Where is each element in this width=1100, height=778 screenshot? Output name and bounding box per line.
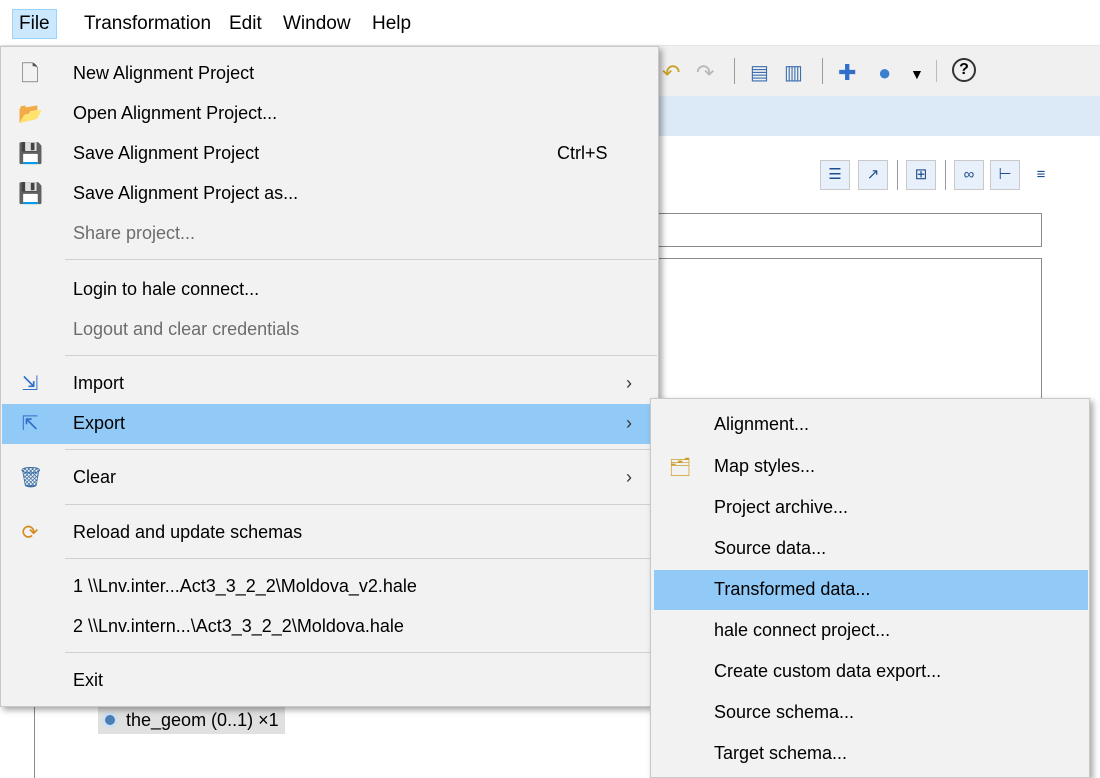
menu-item-login-hale-connect[interactable]: Login to hale connect... bbox=[2, 270, 658, 310]
menu-separator bbox=[65, 504, 657, 505]
source-schema-icon[interactable]: ▤ bbox=[750, 60, 769, 85]
target-schema-icon[interactable]: ▥ bbox=[784, 60, 803, 85]
menu-edit[interactable]: Edit bbox=[223, 9, 268, 39]
menu-window[interactable]: Window bbox=[277, 9, 357, 39]
tree-border bbox=[34, 700, 35, 778]
menu-item-save-alignment-project-as[interactable]: 💾 Save Alignment Project as... bbox=[2, 174, 658, 214]
menu-item-open-alignment-project[interactable]: 📂 Open Alignment Project... bbox=[2, 94, 658, 134]
menu-item-new-alignment-project[interactable]: 🗋 New Alignment Project bbox=[2, 54, 658, 94]
expand-icon[interactable]: ↗ bbox=[858, 160, 888, 190]
submenu-arrow-icon: › bbox=[626, 467, 632, 487]
tree-node-the-geom[interactable]: the_geom (0..1) ×1 bbox=[98, 706, 285, 734]
submenu-arrow-icon: › bbox=[626, 413, 632, 433]
submenu-item-map-styles[interactable]: 🗂 Map styles... bbox=[654, 447, 1088, 487]
submenu-item-hale-connect-project[interactable]: hale connect project... bbox=[654, 611, 1088, 651]
globe-icon[interactable]: ● bbox=[878, 60, 891, 86]
menu-item-shortcut: Ctrl+S bbox=[557, 143, 608, 163]
submenu-item-alignment[interactable]: Alignment... bbox=[654, 405, 1088, 445]
redo-icon[interactable]: ↷ bbox=[696, 60, 714, 86]
details-icon[interactable]: ≡ bbox=[1026, 160, 1056, 190]
undo-icon[interactable]: ↶ bbox=[662, 60, 680, 86]
menu-item-label: Logout and clear credentials bbox=[73, 319, 300, 339]
filter-input[interactable] bbox=[640, 213, 1042, 247]
help-icon[interactable]: ? bbox=[952, 58, 976, 82]
menu-item-logout[interactable]: Logout and clear credentials bbox=[2, 310, 658, 350]
menu-item-label: Open Alignment Project... bbox=[73, 103, 278, 123]
import-icon: ⇲ bbox=[21, 373, 39, 395]
submenu-item-label: Source schema... bbox=[714, 702, 855, 722]
menu-separator bbox=[65, 259, 657, 260]
save-icon: 💾 bbox=[18, 143, 43, 165]
submenu-item-label: Project archive... bbox=[714, 497, 849, 517]
submenu-item-label: Transformed data... bbox=[714, 579, 871, 599]
panel-separator bbox=[945, 160, 946, 190]
tree-node-label: the_geom (0..1) ×1 bbox=[126, 710, 279, 730]
relations-icon[interactable]: ∞ bbox=[954, 160, 984, 190]
submenu-arrow-icon: › bbox=[626, 373, 632, 393]
menu-item-recent-1[interactable]: 1 \\Lnv.inter...Act3_3_2_2\Moldova_v2.ha… bbox=[2, 567, 658, 607]
panel-separator bbox=[897, 160, 898, 190]
menu-separator bbox=[65, 449, 657, 450]
menu-item-label: 2 \\Lnv.intern...\Act3_3_2_2\Moldova.hal… bbox=[73, 616, 404, 636]
menu-separator bbox=[65, 558, 657, 559]
menu-item-label: Login to hale connect... bbox=[73, 279, 260, 299]
menu-item-exit[interactable]: Exit bbox=[2, 661, 658, 701]
new-project-icon: 🗋 bbox=[21, 61, 39, 86]
export-icon: ⇱ bbox=[21, 413, 39, 435]
menu-item-label: Share project... bbox=[73, 223, 196, 243]
toolbar-separator bbox=[936, 60, 937, 82]
schema-tree bbox=[640, 258, 1042, 408]
dropdown-arrow-icon[interactable]: ▼ bbox=[910, 66, 924, 82]
menu-help[interactable]: Help bbox=[366, 9, 417, 39]
submenu-item-label: Create custom data export... bbox=[714, 661, 942, 681]
menu-separator bbox=[65, 652, 657, 653]
menu-item-recent-2[interactable]: 2 \\Lnv.intern...\Act3_3_2_2\Moldova.hal… bbox=[2, 607, 658, 647]
connect-icon[interactable]: ✚ bbox=[838, 60, 856, 86]
submenu-item-target-schema[interactable]: Target schema... bbox=[654, 734, 1088, 774]
submenu-item-label: Map styles... bbox=[714, 456, 816, 476]
submenu-item-project-archive[interactable]: Project archive... bbox=[654, 488, 1088, 528]
reload-icon: ⟳ bbox=[21, 522, 39, 544]
list-view-icon[interactable]: ☰ bbox=[820, 160, 850, 190]
menu-bar: File Transformation Edit Window Help bbox=[0, 0, 1100, 46]
menu-item-label: Exit bbox=[73, 670, 104, 690]
menu-item-share-project[interactable]: Share project... bbox=[2, 214, 658, 254]
toolbar-separator bbox=[734, 58, 735, 84]
toolbar-separator bbox=[822, 58, 823, 84]
menu-item-label: Clear bbox=[73, 467, 117, 487]
menu-item-clear[interactable]: 🗑 Clear › bbox=[2, 458, 658, 498]
trash-icon: 🗑 bbox=[18, 467, 44, 489]
menu-item-label: Save Alignment Project as... bbox=[73, 183, 299, 203]
menu-separator bbox=[65, 355, 657, 356]
attribute-icon bbox=[102, 712, 118, 728]
menu-file[interactable]: File bbox=[12, 9, 57, 39]
submenu-item-source-schema[interactable]: Source schema... bbox=[654, 693, 1088, 733]
menu-item-label: New Alignment Project bbox=[73, 63, 255, 83]
submenu-item-transformed-data[interactable]: Transformed data... bbox=[654, 570, 1088, 610]
menu-item-export[interactable]: ⇱ Export › bbox=[2, 404, 658, 444]
map-styles-icon: 🗂 bbox=[668, 457, 692, 477]
submenu-item-label: Alignment... bbox=[714, 414, 810, 434]
submenu-item-source-data[interactable]: Source data... bbox=[654, 529, 1088, 569]
file-menu: 🗋 New Alignment Project 📂 Open Alignment… bbox=[0, 46, 659, 707]
menu-item-label: Reload and update schemas bbox=[73, 522, 303, 542]
save-as-icon: 💾 bbox=[18, 183, 43, 205]
tree-icon[interactable]: ⊢ bbox=[990, 160, 1020, 190]
menu-item-label: Import bbox=[73, 373, 125, 393]
submenu-item-label: hale connect project... bbox=[714, 620, 891, 640]
menu-item-label: Save Alignment Project bbox=[73, 143, 260, 163]
submenu-item-custom-data-export[interactable]: Create custom data export... bbox=[654, 652, 1088, 692]
folder-open-icon: 📂 bbox=[18, 103, 43, 125]
submenu-item-label: Source data... bbox=[714, 538, 827, 558]
menu-item-label: Export bbox=[73, 413, 126, 433]
menu-item-import[interactable]: ⇲ Import › bbox=[2, 364, 658, 404]
menu-item-label: 1 \\Lnv.inter...Act3_3_2_2\Moldova_v2.ha… bbox=[73, 576, 417, 596]
menu-item-reload-schemas[interactable]: ⟳ Reload and update schemas bbox=[2, 513, 658, 553]
type-icon[interactable]: ⊞ bbox=[906, 160, 936, 190]
menu-item-save-alignment-project[interactable]: 💾 Save Alignment Project Ctrl+S bbox=[2, 134, 658, 174]
export-submenu: Alignment... 🗂 Map styles... Project arc… bbox=[650, 398, 1090, 778]
submenu-item-label: Target schema... bbox=[714, 743, 848, 763]
menu-transformation[interactable]: Transformation bbox=[78, 9, 217, 39]
